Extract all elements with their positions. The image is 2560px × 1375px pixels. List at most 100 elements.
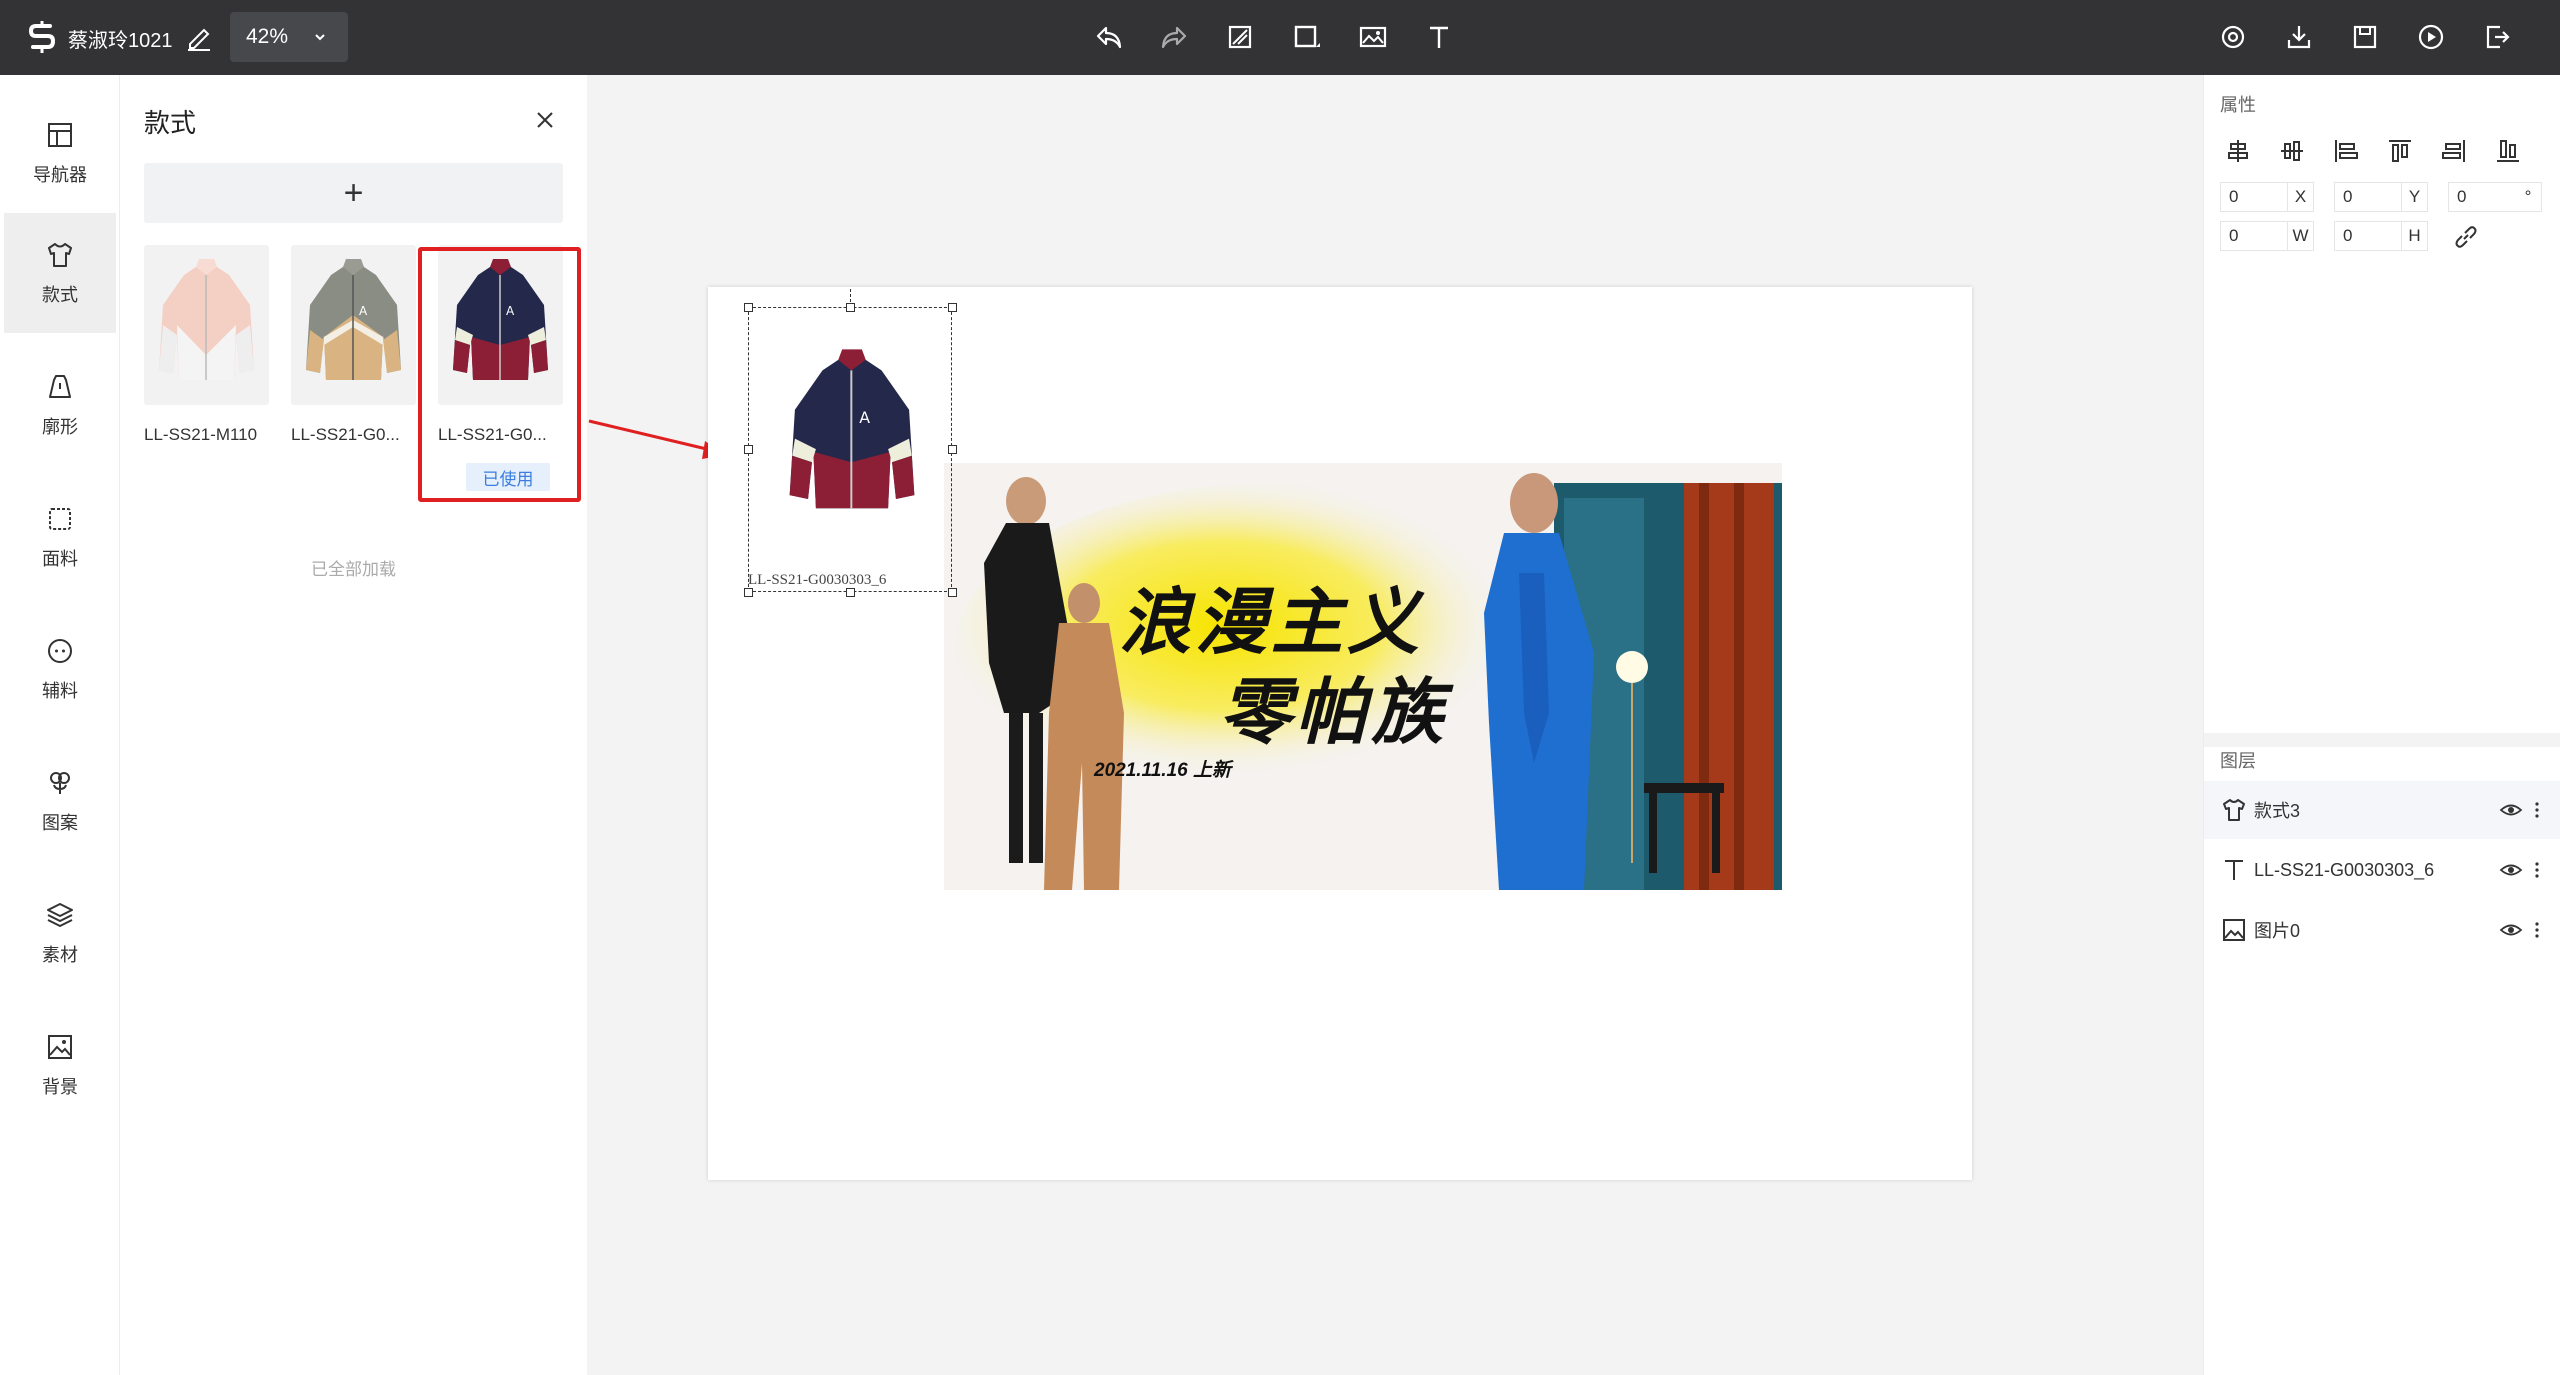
undo-icon <box>1096 26 1122 49</box>
rotation-value: 0 <box>2457 187 2467 206</box>
eraser-button[interactable] <box>1223 20 1257 54</box>
pattern-icon <box>50 772 70 794</box>
svg-text:A: A <box>359 304 368 318</box>
height-field[interactable]: 0 H <box>2334 221 2428 251</box>
edit-name-icon[interactable] <box>184 22 214 52</box>
download-button[interactable] <box>2282 20 2316 54</box>
more-vertical-icon[interactable] <box>2530 798 2544 822</box>
nav-item-silhouette[interactable]: 廓形 <box>4 345 116 465</box>
nav-item-styles[interactable]: 款式 <box>4 213 116 333</box>
image-icon <box>2223 919 2245 941</box>
text-icon <box>2225 860 2243 880</box>
image-button[interactable] <box>1356 20 1390 54</box>
rectangle-icon <box>1294 25 1320 48</box>
layer-row[interactable]: LL-SS21-G0030303_6 <box>2204 841 2560 899</box>
eye-icon[interactable] <box>2499 918 2523 942</box>
shape-button[interactable] <box>1290 20 1324 54</box>
close-icon[interactable] <box>530 105 560 135</box>
resize-handle-tr[interactable] <box>948 303 957 312</box>
y-field[interactable]: 0 Y <box>2334 182 2428 212</box>
redo-button[interactable] <box>1157 20 1191 54</box>
more-vertical-icon[interactable] <box>2530 858 2544 882</box>
app-logo-icon[interactable] <box>24 19 60 55</box>
save-icon <box>2353 25 2377 49</box>
exit-button[interactable] <box>2480 20 2514 54</box>
nav-label: 素材 <box>42 945 78 965</box>
style-thumbnail-1[interactable] <box>144 245 269 405</box>
zoom-value: 42% <box>246 25 289 48</box>
navigator-icon <box>48 123 72 147</box>
resize-handle-tl[interactable] <box>744 303 753 312</box>
align-bottom-icon[interactable] <box>2494 137 2522 165</box>
properties-panel: 属性 0 X 0 Y 0 ° 0 W 0 H 图层 款式3 LL-SS21-G0… <box>2203 75 2560 1375</box>
nav-label: 廓形 <box>42 417 78 437</box>
nav-label: 款式 <box>42 285 78 305</box>
nav-item-navigator[interactable]: 导航器 <box>4 93 116 213</box>
undo-button[interactable] <box>1092 20 1126 54</box>
tshirt-icon <box>48 243 72 267</box>
chevron-down-icon <box>315 34 325 41</box>
save-button[interactable] <box>2348 20 2382 54</box>
eraser-icon <box>1228 25 1252 49</box>
width-value: 0 <box>2229 226 2239 245</box>
width-field[interactable]: 0 W <box>2220 221 2314 251</box>
nav-item-accessories[interactable]: 辅料 <box>4 609 116 729</box>
loaded-all-text: 已全部加载 <box>311 560 396 579</box>
nav-label: 辅料 <box>42 681 78 701</box>
selection-box[interactable] <box>748 307 952 592</box>
username: 蔡淑玲1021 <box>68 30 173 52</box>
tshirt-icon <box>2223 799 2245 821</box>
nav-item-fabric[interactable]: 面料 <box>4 477 116 597</box>
image-icon <box>1359 26 1387 48</box>
nav-item-pattern[interactable]: 图案 <box>4 741 116 861</box>
layer-name: LL-SS21-G0030303_6 <box>2254 859 2435 880</box>
exit-icon <box>2486 25 2510 49</box>
canvas-text-label[interactable]: LL-SS21-G0030303_6 <box>748 572 952 592</box>
align-center-horizontal-icon[interactable] <box>2224 137 2252 165</box>
left-nav: 导航器 款式 廓形 面料 辅料 图案 素材 背景 <box>0 75 120 1375</box>
align-right-icon[interactable] <box>2440 137 2468 165</box>
nav-label: 图案 <box>42 813 78 833</box>
preview-icon <box>2221 25 2245 49</box>
banner-title-line2: 零帕族 <box>1219 670 1448 754</box>
banner-date: 2021.11.16 上新 <box>1094 760 1231 781</box>
silhouette-icon <box>49 375 71 398</box>
height-value: 0 <box>2343 226 2353 245</box>
preview-button[interactable] <box>2216 20 2250 54</box>
nav-item-background[interactable]: 背景 <box>4 1005 116 1125</box>
background-icon <box>48 1035 72 1059</box>
lock-ratio-link-icon[interactable] <box>2452 223 2480 251</box>
redo-icon <box>1161 26 1187 49</box>
nav-label: 背景 <box>42 1077 78 1097</box>
align-left-icon[interactable] <box>2332 137 2360 165</box>
rotation-field[interactable]: 0 ° <box>2448 182 2542 212</box>
panel-divider <box>2204 733 2560 747</box>
layer-row[interactable]: 款式3 <box>2204 781 2560 839</box>
nav-item-materials[interactable]: 素材 <box>4 873 116 993</box>
banner-image[interactable]: 浪漫主义 零帕族 2021.11.16 上新 <box>944 463 1782 890</box>
resize-handle-t[interactable] <box>846 303 855 312</box>
align-top-icon[interactable] <box>2386 137 2414 165</box>
resize-handle-l[interactable] <box>744 445 753 454</box>
fabric-icon <box>49 508 71 530</box>
resize-handle-r[interactable] <box>948 445 957 454</box>
properties-title: 属性 <box>2220 95 2256 115</box>
zoom-select[interactable]: 42% <box>230 12 348 62</box>
eye-icon[interactable] <box>2499 798 2523 822</box>
eye-icon[interactable] <box>2499 858 2523 882</box>
layer-row[interactable]: 图片0 <box>2204 901 2560 959</box>
nav-label: 面料 <box>42 549 78 569</box>
more-vertical-icon[interactable] <box>2530 918 2544 942</box>
x-value: 0 <box>2229 187 2239 206</box>
align-center-vertical-icon[interactable] <box>2278 137 2306 165</box>
panel-title: 款式 <box>144 108 197 138</box>
play-button[interactable] <box>2414 20 2448 54</box>
jacket-thumbnail: A <box>306 259 401 380</box>
add-style-button[interactable]: + <box>144 163 563 223</box>
x-field[interactable]: 0 X <box>2220 182 2314 212</box>
add-label: + <box>343 174 364 212</box>
style-thumbnail-2[interactable]: A <box>291 245 416 405</box>
text-button[interactable] <box>1422 20 1456 54</box>
top-bar: 蔡淑玲1021 42% <box>0 0 2560 75</box>
design-canvas[interactable]: 浪漫主义 零帕族 2021.11.16 上新 A LL-SS21-G003030… <box>708 287 1972 1180</box>
